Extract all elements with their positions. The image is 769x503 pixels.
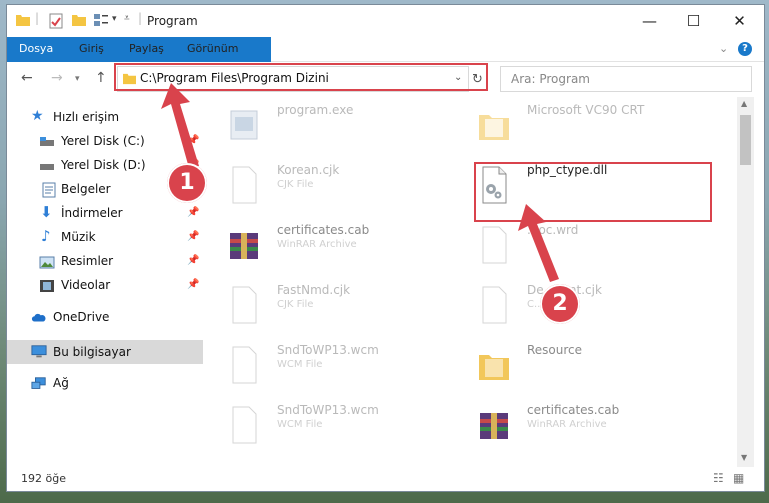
step-1-badge: 1 [167,163,207,203]
step-2-badge: 2 [540,284,580,324]
annotation-arrows [161,83,559,282]
arrow-2 [518,204,559,282]
arrow-1 [161,83,199,168]
